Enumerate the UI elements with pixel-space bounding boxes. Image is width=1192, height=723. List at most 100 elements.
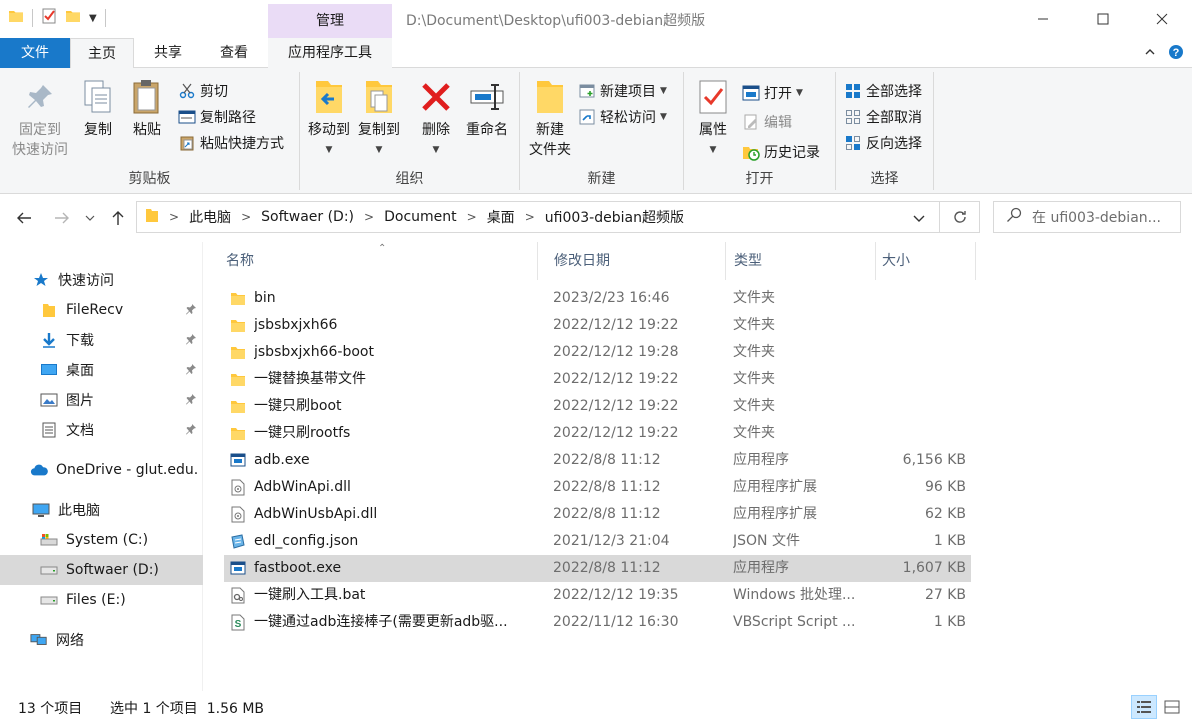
copy-to-button[interactable]: 复制到 ▼ [356,76,402,160]
new-item-button[interactable]: 新建项目 ▼ [578,80,667,102]
application-icon [230,452,246,469]
edit-button[interactable]: 编辑 [742,111,792,133]
select-none-button[interactable]: 全部取消 [844,106,922,128]
collapse-ribbon-icon[interactable] [1144,46,1156,62]
column-header-name[interactable]: 名称 ⌃ [204,242,538,280]
back-button[interactable] [12,206,36,230]
tab-app-tools[interactable]: 应用程序工具 [268,38,392,68]
column-header-date[interactable]: 修改日期 [532,242,726,280]
refresh-button[interactable] [940,201,980,233]
close-button[interactable] [1132,0,1192,38]
nav-drive-c[interactable]: System (C:) [0,525,203,555]
nav-desktop[interactable]: 桌面 [0,355,203,385]
new-folder-button[interactable]: 新建 文件夹 [526,76,574,160]
nav-downloads[interactable]: 下载 [0,325,203,355]
address-bar[interactable]: > 此电脑 > Softwaer (D:) > Document > 桌面 > … [136,201,940,233]
history-icon [742,143,760,161]
table-row[interactable]: AdbWinApi.dll 2022/8/8 11:12 应用程序扩展 96 KB [224,474,971,501]
table-row[interactable]: adb.exe 2022/8/8 11:12 应用程序 6,156 KB [224,447,971,474]
copy-button[interactable]: 复制 [78,76,118,140]
svg-text:S: S [235,619,242,630]
crumb-this-pc[interactable]: 此电脑 [189,207,231,227]
details-view-button[interactable] [1131,695,1157,719]
open-group-label: 打开 [745,171,774,187]
crumb-desktop[interactable]: 桌面 [487,207,515,227]
nav-drive-e[interactable]: Files (E:) [0,585,203,615]
chevron-right-icon[interactable]: > [525,210,535,224]
properties-qat-icon[interactable] [41,8,57,28]
file-name: bin [254,290,276,306]
folder-icon [230,290,246,307]
new-item-icon [578,82,596,100]
rename-button[interactable]: 重命名 [462,76,512,140]
search-input[interactable]: 在 ufi003-debian... [993,201,1181,233]
crumb-current-folder[interactable]: ufi003-debian超频版 [545,207,684,227]
invert-selection-button[interactable]: 反向选择 [844,132,922,154]
crumb-drive-d[interactable]: Softwaer (D:) [261,209,354,225]
recent-locations-button[interactable] [82,206,98,230]
chevron-right-icon[interactable]: > [241,210,251,224]
nav-quick-access[interactable]: 快速访问 [0,265,203,295]
crumb-document[interactable]: Document [384,209,457,225]
table-row[interactable]: bin 2023/2/23 16:46 文件夹 [224,285,971,312]
properties-button[interactable]: 属性 ▼ [692,76,734,160]
paste-button[interactable]: 粘贴 [126,76,168,140]
table-row[interactable]: AdbWinUsbApi.dll 2022/8/8 11:12 应用程序扩展 62 K… [224,501,971,528]
minimize-button[interactable] [1013,0,1073,38]
nav-network[interactable]: 网络 [0,625,203,655]
pin-icon[interactable] [185,393,197,409]
pin-icon[interactable] [185,303,197,319]
history-button[interactable]: 历史记录 [742,141,820,163]
nav-pictures[interactable]: 图片 [0,385,203,415]
nav-this-pc[interactable]: 此电脑 [0,495,203,525]
pin-quick-access-button[interactable]: 固定到 快速访问 [8,76,72,160]
chevron-right-icon[interactable]: > [169,210,179,224]
table-row[interactable]: 一键只刷boot 2022/12/12 19:22 文件夹 [224,393,971,420]
pin-icon[interactable] [185,363,197,379]
dropdown-arrow-icon: ▼ [325,145,333,155]
forward-button[interactable] [50,206,74,230]
move-to-button[interactable]: 移动到 ▼ [306,76,352,160]
paste-shortcut-button[interactable]: 粘贴快捷方式 [178,132,284,154]
chevron-right-icon[interactable]: > [467,210,477,224]
table-row[interactable]: 一键替换基带文件 2022/12/12 19:22 文件夹 [224,366,971,393]
open-button[interactable]: 打开 ▼ [742,82,803,104]
cut-button[interactable]: 剪切 [178,80,228,102]
table-row[interactable]: 一键刷入工具.bat 2022/12/12 19:35 Windows 批处理...… [224,582,971,609]
chevron-right-icon[interactable]: > [364,210,374,224]
select-all-button[interactable]: 全部选择 [844,80,922,102]
tab-file[interactable]: 文件 [0,38,70,68]
table-row[interactable]: S 一键通过adb连接棒子(需要更新adb驱... 2022/11/12 16:30… [224,609,971,636]
copy-path-button[interactable]: 复制路径 [178,106,256,128]
column-header-type[interactable]: 类型 [712,242,876,280]
pin-icon[interactable] [185,333,197,349]
tab-view[interactable]: 查看 [202,38,266,68]
help-icon[interactable]: ? [1168,44,1184,64]
table-row[interactable]: jsbsbxjxh66 2022/12/12 19:22 文件夹 [224,312,971,339]
address-dropdown-icon[interactable] [913,211,925,227]
nav-drive-d[interactable]: Softwaer (D:) [0,555,203,585]
move-to-icon [311,76,347,118]
delete-button[interactable]: 删除 ▼ [418,76,454,160]
file-date: 2022/8/8 11:12 [553,452,661,468]
up-button[interactable] [106,206,130,230]
table-row[interactable]: fastboot.exe 2022/8/8 11:12 应用程序 1,607 KB [224,555,971,582]
file-type: 应用程序 [733,560,789,576]
large-icons-view-button[interactable] [1159,695,1185,719]
table-row[interactable]: jsbsbxjxh66-boot 2022/12/12 19:28 文件夹 [224,339,971,366]
nav-onedrive[interactable]: OneDrive - glut.edu. [0,455,203,485]
new-folder-qat-icon[interactable] [65,8,81,28]
table-row[interactable]: edl_config.json 2021/12/3 21:04 JSON 文件 1 K… [224,528,971,555]
tab-share[interactable]: 共享 [136,38,200,68]
easy-access-button[interactable]: 轻松访问 ▼ [578,106,667,128]
file-name: AdbWinApi.dll [254,479,351,495]
maximize-button[interactable] [1073,0,1133,38]
table-row[interactable]: 一键只刷rootfs 2022/12/12 19:22 文件夹 [224,420,971,447]
pin-icon[interactable] [185,423,197,439]
nav-documents[interactable]: 文档 [0,415,203,445]
column-header-size[interactable]: 大小 [860,242,976,280]
qat-customize-icon[interactable]: ▼ [89,13,97,24]
dll-file-icon [230,506,246,523]
tab-home[interactable]: 主页 [70,38,134,69]
nav-filerecv[interactable]: FileRecv [0,295,203,325]
